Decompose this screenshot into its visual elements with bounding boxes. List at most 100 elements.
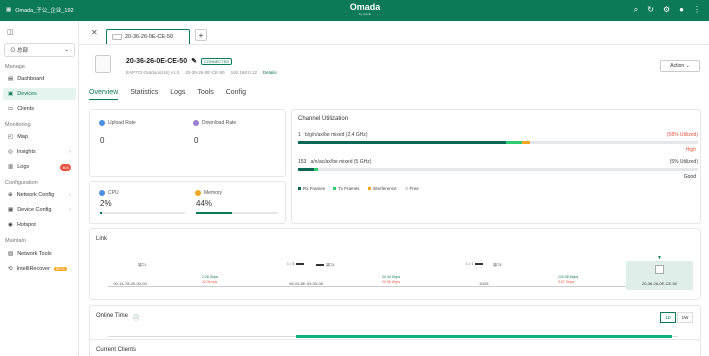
- sidebar-item-logs[interactable]: ▥ Logs 404: [3, 161, 76, 173]
- port-label-text: 端口1: [138, 263, 147, 267]
- site-select[interactable]: ⊙ 总部 ⌄: [4, 43, 75, 57]
- refresh-icon[interactable]: ↻: [647, 5, 654, 15]
- sidebar-item-devices[interactable]: ▣ Devices: [3, 88, 76, 100]
- top-bar: ▦ Omada_子公_企业_192 Omada by tp-link ⌕ ↻ ⚙…: [0, 0, 709, 21]
- channel-utilized: (58% Utilized): [666, 132, 698, 138]
- search-icon[interactable]: ⌕: [634, 5, 638, 15]
- memory-value: 44%: [196, 199, 213, 208]
- omada-logo: Omada by tp-link: [340, 3, 390, 17]
- legend-tx: Tx Frames: [333, 186, 360, 191]
- sidebar-item-network-tools[interactable]: ▧ Network Tools: [3, 248, 76, 260]
- download-label-text: Download Rate: [202, 120, 237, 126]
- info-icon[interactable]: ⓘ: [133, 313, 139, 322]
- edit-icon[interactable]: ✎: [191, 57, 197, 65]
- port-label-text: 端口5: [493, 263, 502, 267]
- channel-level-5g: Good: [683, 174, 696, 180]
- location-pin-icon: ▼: [657, 255, 662, 261]
- chevron-down-icon: ⌄: [64, 47, 69, 53]
- port-label-text: 1 = 5: [287, 262, 295, 266]
- online-time-title: Online Time: [96, 313, 129, 319]
- download-speed: 3.67 Gbps: [558, 280, 575, 284]
- sidebar-item-map[interactable]: ◰ Map: [3, 131, 76, 143]
- port-label: 1 = 5: [287, 262, 305, 266]
- link-node[interactable]: 5428: [454, 281, 514, 286]
- download-rate-label: Download Rate: [193, 120, 236, 126]
- sidebar-item-device-config[interactable]: ▦ Device Config ›: [3, 204, 76, 216]
- memory-label: Memory: [195, 190, 222, 196]
- legend-label: Free: [409, 186, 419, 191]
- sidebar-item-clients[interactable]: ▭ Clients: [3, 103, 76, 115]
- device-header: 20-36-26-0E-CE-50 ✎ CONNECTED EAP772-Out…: [95, 55, 695, 79]
- legend-label: Tx Frames: [338, 186, 360, 191]
- logs-icon: ▥: [8, 164, 14, 170]
- channel-band: a/n/ac/ax/be mixed (5 GHz): [310, 159, 372, 165]
- cpu-bar-fill: [100, 212, 102, 214]
- sidebar: ◫ ⊙ 总部 ⌄ Manage ▤ Dashboard ▣ Devices ▭ Cli…: [0, 21, 79, 356]
- map-icon: ◰: [8, 134, 14, 140]
- interference-segment: [522, 141, 530, 144]
- port-label: 端口5: [493, 262, 501, 267]
- tab-logs[interactable]: Logs: [170, 89, 185, 100]
- network-config-icon: ⊕: [8, 192, 13, 198]
- devices-icon: ▣: [8, 91, 14, 97]
- dashboard-icon: ▤: [8, 76, 14, 82]
- channel-utilized: (5% Utilized): [669, 159, 698, 165]
- device-name: 20-36-26-0E-CE-50: [126, 57, 188, 65]
- status-badge: CONNECTED: [200, 57, 233, 65]
- tab-config[interactable]: Config: [226, 89, 246, 100]
- link-node[interactable]: 00-14-78-00-00-00: [100, 281, 160, 286]
- sidebar-item-network-config[interactable]: ⊕ Network Config ›: [3, 189, 76, 201]
- sidebar-item-intellirecover[interactable]: ⟲ IntelliRecover BETA: [3, 263, 76, 275]
- action-button[interactable]: Action ⌄: [660, 60, 700, 72]
- online-time-header: Online Time ⓘ: [96, 313, 139, 322]
- close-icon[interactable]: ✕: [91, 28, 98, 37]
- settings-icon[interactable]: ⚙: [663, 5, 670, 15]
- link-title: Link: [96, 236, 108, 242]
- download-rate-value: 0: [194, 136, 199, 145]
- channel-number: 153: [298, 159, 307, 165]
- sidebar-collapse-icon[interactable]: ◫: [7, 28, 14, 36]
- tab-statistics[interactable]: Statistics: [130, 89, 158, 100]
- rx-frames-segment: [298, 168, 314, 171]
- legend-label: Rx Frames: [303, 186, 326, 191]
- usage-card: CPU 2% Memory 44%: [89, 181, 286, 224]
- more-icon[interactable]: ⋮: [693, 5, 701, 15]
- intellirecover-icon: ⟲: [8, 266, 13, 272]
- sidebar-item-label: Hotspot: [16, 222, 36, 228]
- sub-tabs: Overview Statistics Logs Tools Config: [89, 89, 246, 100]
- device-tab[interactable]: 20-36-26-0E-CE-50: [106, 29, 190, 44]
- download-speed: 22.9k bps: [202, 280, 218, 284]
- chevron-right-icon: ›: [69, 192, 71, 198]
- upload-rate-label: Upload Rate: [99, 120, 136, 126]
- legend-rx: Rx Frames: [298, 186, 325, 191]
- range-1w[interactable]: 1W: [677, 312, 693, 323]
- sidebar-item-label: Logs: [17, 164, 30, 170]
- memory-bar: [196, 212, 278, 214]
- sidebar-item-insights[interactable]: ◎ Insights ›: [3, 146, 76, 158]
- sidebar-item-label: Insights: [16, 149, 36, 155]
- switch-icon: [296, 263, 305, 265]
- download-speed: 20.56 Gbps: [382, 280, 401, 284]
- add-tab-button[interactable]: +: [195, 29, 207, 41]
- device-ip: 192.168.0.12: [230, 70, 257, 75]
- site-switcher[interactable]: ▦ Omada_子公_企业_192: [6, 6, 74, 14]
- user-icon[interactable]: ●: [679, 5, 684, 15]
- tab-tools[interactable]: Tools: [197, 89, 213, 100]
- current-device-node[interactable]: ▼ 20-36-26-0E-CE-50: [626, 255, 693, 290]
- current-clients-title: Current Clients: [96, 347, 137, 353]
- tab-overview[interactable]: Overview: [89, 89, 119, 100]
- sidebar-item-dashboard[interactable]: ▤ Dashboard: [3, 73, 76, 85]
- insights-icon: ◎: [8, 149, 13, 155]
- port-label-text: 1 = 1: [466, 262, 474, 266]
- link-node[interactable]: 98-03-8E-94-00-08: [276, 281, 336, 286]
- channel-row-5g: 153 a/n/ac/ax/be mixed (5 GHz) (5% Utiliz…: [298, 159, 698, 165]
- upload-icon: [99, 120, 105, 126]
- link-speed: 120.08 Mbps 3.67 Gbps: [558, 275, 578, 285]
- switch-icon: [475, 263, 484, 265]
- sidebar-item-hotspot[interactable]: ◉ Hotspot: [3, 219, 76, 231]
- channel-level-2g: High: [685, 147, 696, 153]
- port-label: 端口4: [316, 262, 334, 267]
- range-1d[interactable]: 1D: [660, 312, 676, 323]
- port-label: 端口1: [138, 262, 146, 267]
- details-link[interactable]: Details: [263, 70, 277, 75]
